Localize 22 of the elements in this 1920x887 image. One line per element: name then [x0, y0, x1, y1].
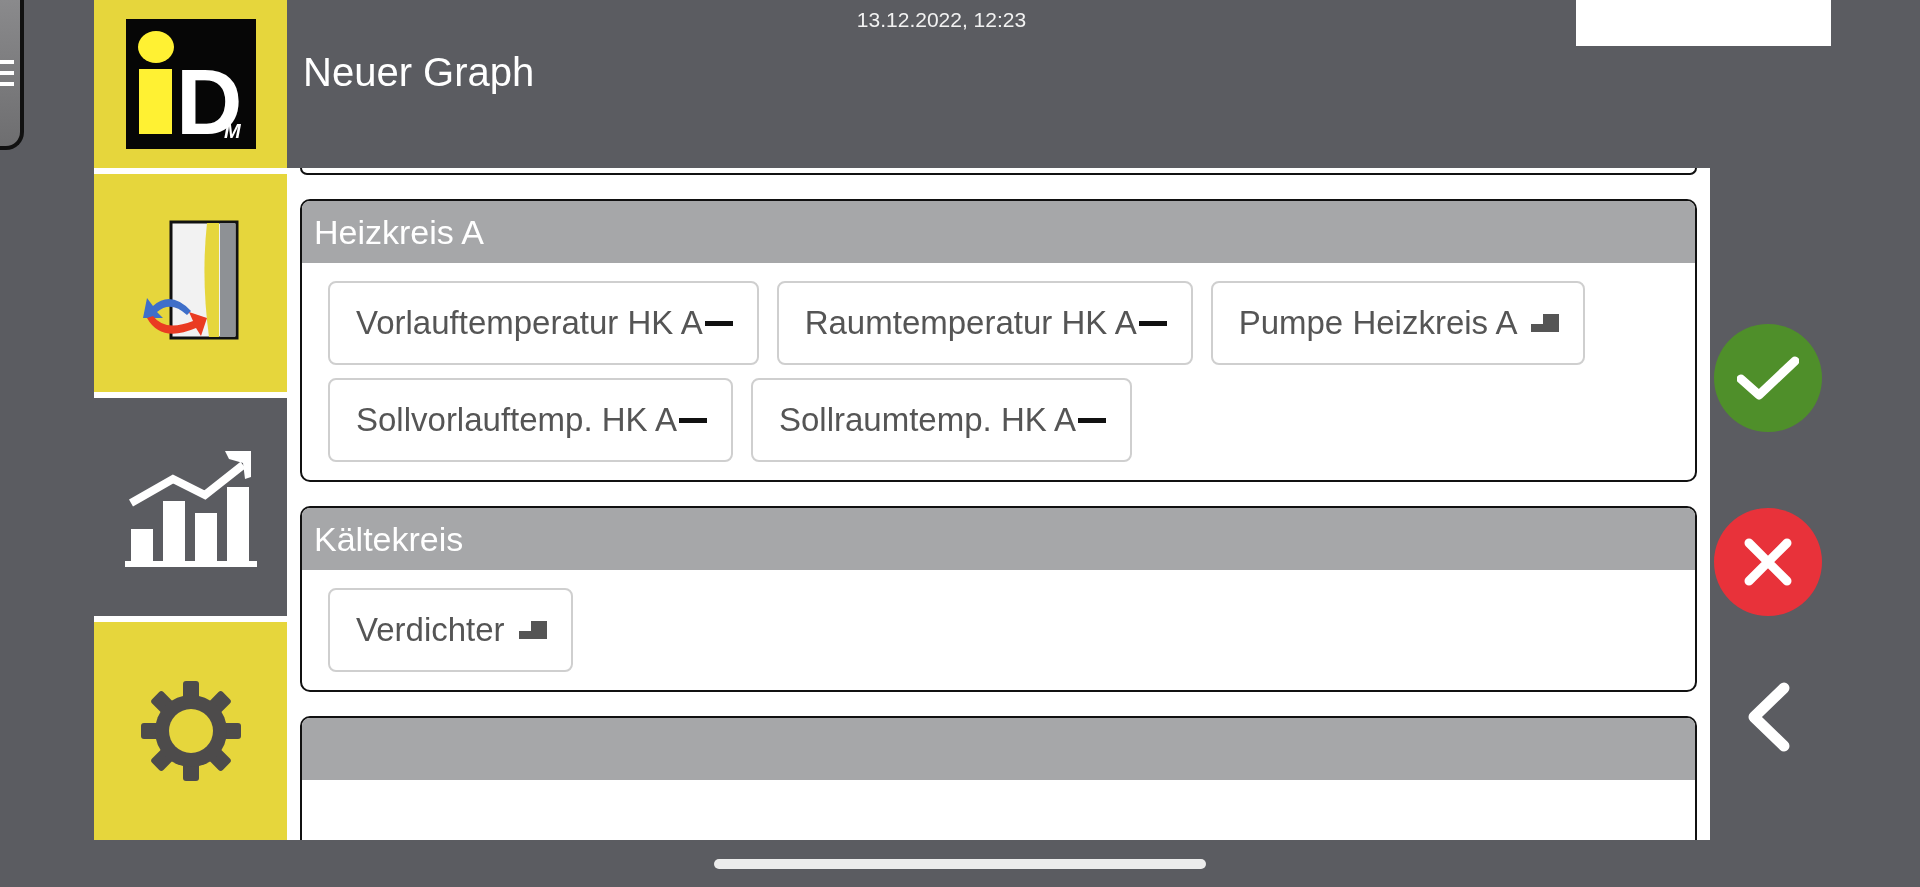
menu-tab[interactable] [0, 0, 24, 150]
signal-chip[interactable]: Pumpe Heizkreis A [1210, 281, 1586, 365]
close-icon [1743, 537, 1793, 587]
menu-icon [0, 60, 14, 86]
chevron-left-icon [1746, 682, 1790, 752]
group-title: Kältekreis [314, 519, 464, 559]
sidebar-tile[interactable] [94, 622, 287, 840]
group-title: Heizkreis A [314, 212, 485, 252]
timestamp: 13.12.2022, 12:23 [856, 8, 1027, 32]
step-icon [1531, 314, 1560, 332]
home-indicator[interactable] [714, 858, 1206, 869]
step-icon [518, 621, 547, 639]
signal-chip[interactable]: Raumtemperatur HK A [776, 281, 1193, 365]
page-title: Neuer Graph [303, 50, 536, 95]
signal-chip[interactable]: Sollraumtemp. HK A [751, 378, 1133, 462]
signal-chip[interactable]: Verdichter [328, 588, 573, 672]
signal-chip[interactable]: Vorlauftemperatur HK A [328, 281, 759, 365]
settings-icon [140, 681, 241, 781]
check-icon [1737, 355, 1799, 401]
sidebar-tile[interactable] [94, 174, 287, 392]
sidebar-tile[interactable] [94, 398, 287, 616]
signal-chip[interactable]: Sollvorlauftemp. HK A [328, 378, 733, 462]
